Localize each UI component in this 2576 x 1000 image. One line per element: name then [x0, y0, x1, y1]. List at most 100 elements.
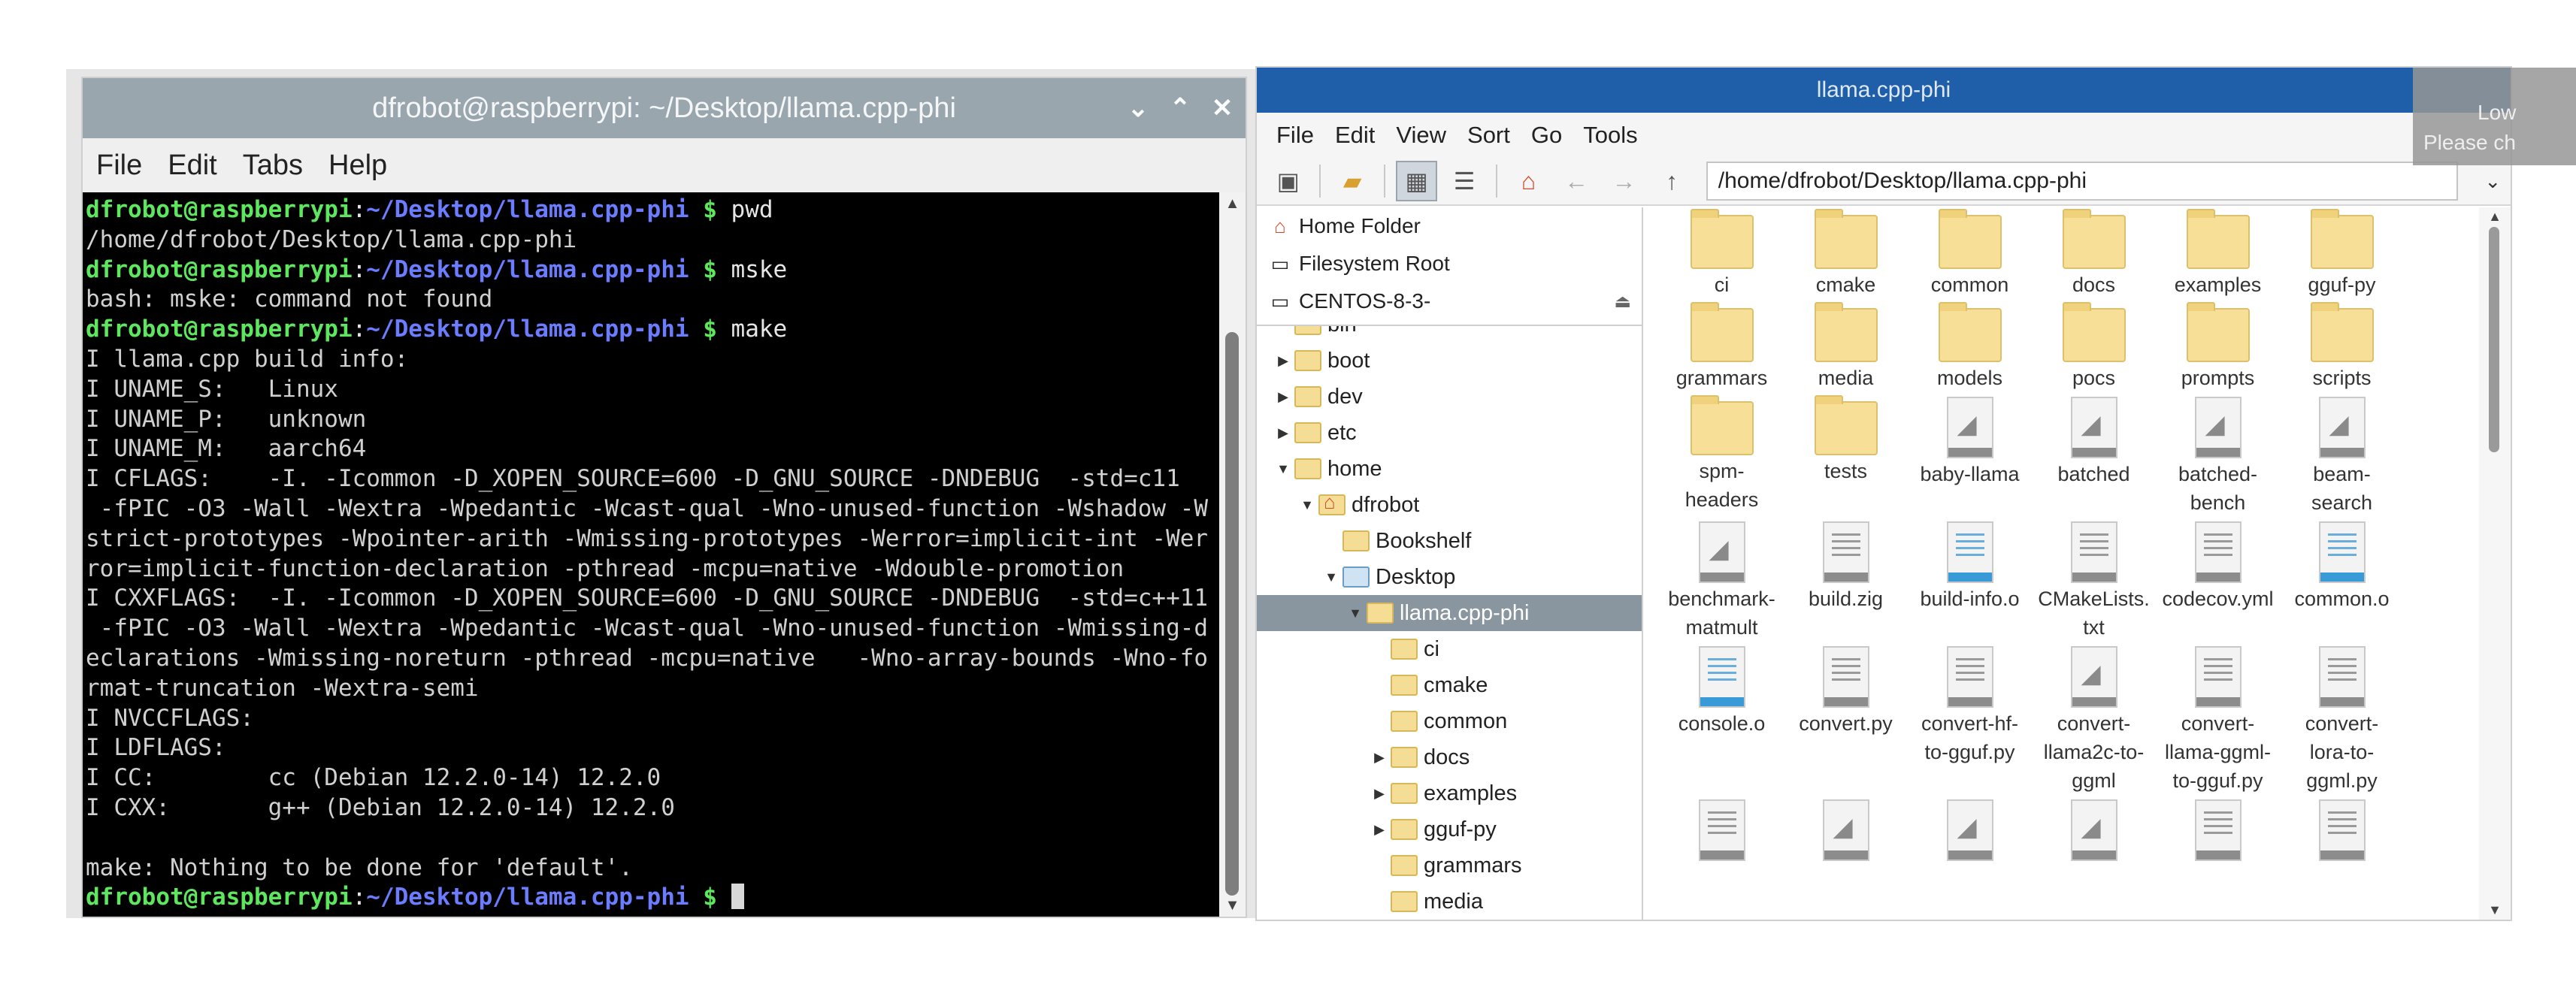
- menu-file[interactable]: File: [1276, 122, 1314, 149]
- sidebar-place-item[interactable]: ▭ CENTOS-8-3- ⏏: [1257, 282, 1642, 320]
- file-view-scrollbar[interactable]: ▲ ▼: [2479, 207, 2511, 920]
- file-item[interactable]: common.o: [2280, 521, 2404, 642]
- location-input[interactable]: [1706, 162, 2459, 201]
- file-item[interactable]: docs: [2032, 209, 2156, 299]
- file-item[interactable]: ◢ baby-llama: [1908, 397, 2032, 517]
- collapsed-arrow-icon[interactable]: ▶: [1368, 822, 1391, 838]
- tree-item-dev[interactable]: ▶ dev: [1272, 379, 1363, 415]
- file-item[interactable]: ◢ batched- bench: [2156, 397, 2280, 517]
- scroll-down-arrow-icon[interactable]: ▼: [2479, 902, 2511, 918]
- file-item[interactable]: ◢ batched: [2032, 397, 2156, 517]
- tree-item-ci[interactable]: ci: [1368, 631, 1439, 667]
- file-item[interactable]: [1660, 799, 1784, 863]
- new-folder-icon[interactable]: ▰: [1331, 161, 1373, 201]
- tree-item-examples[interactable]: ▶ examples: [1368, 775, 1517, 811]
- file-item[interactable]: prompts: [2156, 302, 2280, 392]
- file-item[interactable]: CMakeLists. txt: [2032, 521, 2156, 642]
- list-view-icon[interactable]: ☰: [1443, 161, 1485, 201]
- file-item[interactable]: build.zig: [1784, 521, 1908, 642]
- menu-sort[interactable]: Sort: [1467, 122, 1510, 149]
- file-item[interactable]: tests: [1784, 395, 1908, 517]
- eject-icon[interactable]: ⏏: [1614, 291, 1631, 313]
- collapsed-arrow-icon[interactable]: ▶: [1272, 353, 1294, 369]
- tree-item-bookshelf[interactable]: Bookshelf: [1320, 523, 1471, 559]
- collapsed-arrow-icon[interactable]: ▶: [1368, 750, 1391, 766]
- menu-file[interactable]: File: [96, 150, 142, 182]
- tree-item-grammars[interactable]: grammars: [1368, 847, 1522, 884]
- chevron-down-icon[interactable]: ⌄: [2475, 162, 2511, 201]
- menu-edit[interactable]: Edit: [168, 150, 216, 182]
- file-item[interactable]: convert- llama-ggml- to-gguf.py: [2156, 646, 2280, 795]
- tree-item-docs[interactable]: ▶ docs: [1368, 739, 1470, 775]
- tree-item-boot[interactable]: ▶ boot: [1272, 343, 1370, 379]
- expanded-arrow-icon[interactable]: ▼: [1296, 497, 1318, 513]
- tree-item-common[interactable]: common: [1368, 703, 1507, 739]
- file-item[interactable]: [2156, 799, 2280, 863]
- tree-item-gguf-py[interactable]: ▶ gguf-py: [1368, 811, 1497, 847]
- icon-view-icon[interactable]: ▦: [1395, 161, 1438, 201]
- tree-item-llama-cpp-phi[interactable]: ▼ llama.cpp-phi: [1257, 595, 1642, 631]
- file-manager-titlebar[interactable]: llama.cpp-phi: [1257, 68, 2511, 113]
- menu-view[interactable]: View: [1396, 122, 1446, 149]
- tree-item-media[interactable]: media: [1368, 884, 1483, 920]
- file-item[interactable]: grammars: [1660, 302, 1784, 392]
- menu-tabs[interactable]: Tabs: [243, 150, 303, 182]
- file-item[interactable]: models: [1908, 302, 2032, 392]
- scroll-up-arrow-icon[interactable]: ▲: [2479, 209, 2511, 225]
- file-item[interactable]: cmake: [1784, 209, 1908, 299]
- menu-help[interactable]: Help: [328, 150, 387, 182]
- file-item[interactable]: convert-hf- to-gguf.py: [1908, 646, 2032, 795]
- forward-arrow-icon[interactable]: →: [1603, 161, 1645, 201]
- file-item[interactable]: common: [1908, 209, 2032, 299]
- notification-popup[interactable]: Low Please ch: [2413, 68, 2576, 165]
- scrollbar-thumb[interactable]: [1225, 332, 1239, 896]
- file-item[interactable]: spm- headers: [1660, 395, 1784, 517]
- menu-tools[interactable]: Tools: [1583, 122, 1637, 149]
- file-item[interactable]: ci: [1660, 209, 1784, 299]
- tree-item-cmake[interactable]: cmake: [1368, 667, 1488, 703]
- file-item[interactable]: build-info.o: [1908, 521, 2032, 642]
- up-arrow-icon[interactable]: ↑: [1651, 161, 1692, 201]
- file-item[interactable]: ◢ convert- llama2c-to- ggml: [2032, 646, 2156, 795]
- close-icon[interactable]: ✕: [1209, 95, 1235, 121]
- terminal-titlebar[interactable]: dfrobot@raspberrypi: ~/Desktop/llama.cpp…: [83, 78, 1246, 138]
- file-item[interactable]: convert.py: [1784, 646, 1908, 795]
- scroll-up-arrow-icon[interactable]: ▲: [1219, 192, 1246, 215]
- collapsed-arrow-icon[interactable]: ▶: [1272, 389, 1294, 405]
- maximize-icon[interactable]: ⌃: [1167, 95, 1193, 121]
- tree-item-desktop[interactable]: ▼ Desktop: [1320, 559, 1455, 595]
- file-item[interactable]: examples: [2156, 209, 2280, 299]
- file-item[interactable]: ◢: [1784, 799, 1908, 863]
- tree-item-home[interactable]: ▼ home: [1272, 451, 1382, 487]
- file-item[interactable]: scripts: [2280, 302, 2404, 392]
- file-item[interactable]: [2280, 799, 2404, 863]
- file-item[interactable]: console.o: [1660, 646, 1784, 795]
- tree-item-etc[interactable]: ▶ etc: [1272, 415, 1357, 451]
- scrollbar-thumb[interactable]: [2489, 227, 2499, 452]
- terminal-output[interactable]: dfrobot@raspberrypi:~/Desktop/llama.cpp-…: [83, 192, 1219, 917]
- file-item[interactable]: gguf-py: [2280, 209, 2404, 299]
- file-item[interactable]: media: [1784, 302, 1908, 392]
- menu-go[interactable]: Go: [1531, 122, 1562, 149]
- back-arrow-icon[interactable]: ←: [1555, 161, 1597, 201]
- scroll-down-arrow-icon[interactable]: ▼: [1219, 894, 1246, 917]
- minimize-icon[interactable]: ⌄: [1125, 95, 1151, 121]
- new-window-icon[interactable]: ▣: [1267, 161, 1309, 201]
- sidebar-place-item[interactable]: ⌂ Home Folder: [1257, 207, 1642, 245]
- home-icon[interactable]: ⌂: [1508, 161, 1549, 201]
- sidebar-place-item[interactable]: ▭ Filesystem Root: [1257, 245, 1642, 282]
- expanded-arrow-icon[interactable]: ▼: [1272, 461, 1294, 477]
- file-item[interactable]: ◢: [2032, 799, 2156, 863]
- tree-item-dfrobot[interactable]: ▼ dfrobot: [1296, 487, 1419, 523]
- menu-edit[interactable]: Edit: [1335, 122, 1375, 149]
- expanded-arrow-icon[interactable]: ▼: [1344, 606, 1367, 621]
- file-item[interactable]: ◢ beam- search: [2280, 397, 2404, 517]
- file-item[interactable]: codecov.yml: [2156, 521, 2280, 642]
- file-item[interactable]: pocs: [2032, 302, 2156, 392]
- file-item[interactable]: ◢ benchmark- matmult: [1660, 521, 1784, 642]
- collapsed-arrow-icon[interactable]: ▶: [1272, 425, 1294, 441]
- file-item[interactable]: ◢: [1908, 799, 2032, 863]
- file-item[interactable]: convert- lora-to- ggml.py: [2280, 646, 2404, 795]
- terminal-scrollbar[interactable]: ▲ ▼: [1219, 192, 1246, 917]
- expanded-arrow-icon[interactable]: ▼: [1320, 569, 1342, 585]
